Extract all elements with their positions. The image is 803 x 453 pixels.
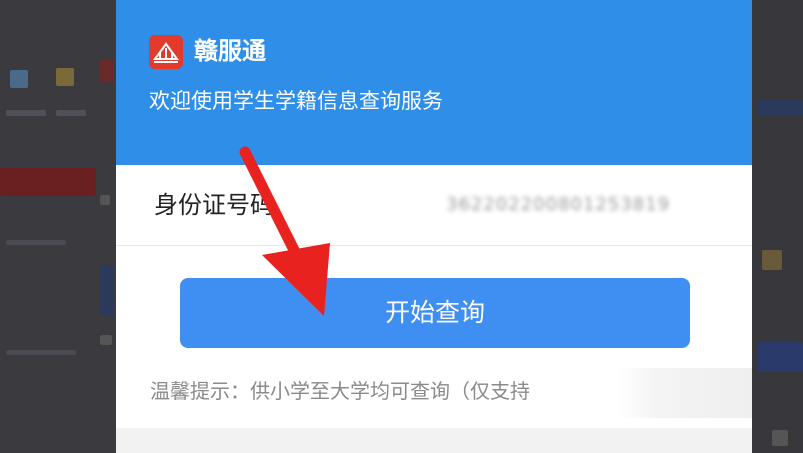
student-status-query-dialog: 赣服通 欢迎使用学生学籍信息查询服务 身份证号码 362202200801253…: [116, 0, 752, 453]
background-line: [56, 110, 86, 116]
app-logo-icon: [149, 35, 183, 69]
welcome-text: 欢迎使用学生学籍信息查询服务: [149, 89, 443, 113]
background-icon: [762, 250, 782, 270]
background-block: [100, 265, 114, 315]
background-icon: [10, 70, 28, 88]
background-line: [6, 240, 66, 245]
app-name: 赣服通: [194, 37, 266, 65]
background-line: [6, 350, 76, 355]
id-number-row[interactable]: 身份证号码 362202200801253819: [116, 165, 752, 246]
background-dot: [100, 195, 110, 205]
dialog-bottom-strip: [116, 428, 752, 453]
id-number-value[interactable]: 362202200801253819: [446, 193, 670, 217]
background-line: [6, 110, 46, 116]
start-query-button[interactable]: 开始查询: [180, 278, 690, 348]
background-dot: [772, 430, 788, 446]
dialog-header: 赣服通 欢迎使用学生学籍信息查询服务: [116, 0, 752, 165]
background-block: [758, 100, 803, 116]
background-left-panel: [0, 0, 116, 453]
background-icon: [100, 60, 114, 82]
background-right-panel: [752, 0, 803, 453]
background-dot: [100, 335, 112, 345]
id-number-label: 身份证号码: [154, 191, 274, 219]
background-banner: [0, 168, 96, 196]
background-block: [758, 342, 803, 372]
tip-fade-mask: [616, 368, 752, 418]
tip-text: 温馨提示：供小学至大学均可查询（仅支持: [150, 379, 530, 403]
background-icon: [56, 68, 74, 86]
